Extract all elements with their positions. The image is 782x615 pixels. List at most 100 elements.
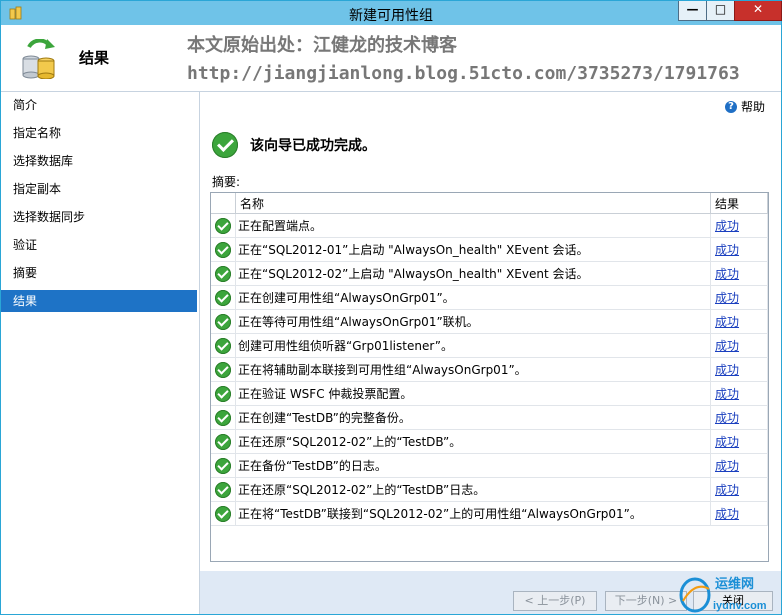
- table-row[interactable]: 正在验证 WSFC 仲裁投票配置。 成功: [211, 381, 768, 406]
- row-result-cell: 成功: [710, 501, 768, 526]
- table-row[interactable]: 正在备份“TestDB”的日志。 成功: [211, 453, 768, 478]
- help-link[interactable]: ? 帮助: [724, 98, 765, 115]
- title-bar[interactable]: 新建可用性组 — □ ✕: [1, 1, 782, 25]
- success-check-icon: [215, 241, 231, 258]
- table-row[interactable]: 正在将“TestDB”联接到“SQL2012-02”上的可用性组“AlwaysO…: [211, 501, 768, 526]
- table-row[interactable]: 正在创建可用性组“AlwaysOnGrp01”。 成功: [211, 285, 768, 310]
- database-sync-icon: [22, 39, 55, 79]
- logo-subtext: iyunv.com: [713, 600, 767, 612]
- result-link[interactable]: 成功: [715, 435, 739, 449]
- row-status-cell: [211, 477, 236, 502]
- row-name: 正在备份“TestDB”的日志。: [235, 453, 711, 478]
- row-name: 正在创建“TestDB”的完整备份。: [235, 405, 711, 430]
- watermark-url: http://jiangjianlong.blog.51cto.com/3735…: [187, 63, 740, 84]
- row-name: 正在将“TestDB”联接到“SQL2012-02”上的可用性组“AlwaysO…: [235, 501, 711, 526]
- row-result-cell: 成功: [710, 405, 768, 430]
- table-row[interactable]: 正在创建“TestDB”的完整备份。 成功: [211, 405, 768, 430]
- site-logo-watermark: 运维网 iyunv.com: [679, 576, 767, 613]
- row-status-cell: [211, 309, 236, 334]
- row-name: 正在还原“SQL2012-02”上的“TestDB”日志。: [235, 477, 711, 502]
- row-result-cell: 成功: [710, 357, 768, 382]
- sidebar-item-validation[interactable]: 验证: [1, 234, 197, 256]
- table-row[interactable]: 正在还原“SQL2012-02”上的“TestDB”。 成功: [211, 429, 768, 454]
- success-check-icon: [215, 337, 231, 354]
- header-name[interactable]: 名称: [235, 193, 711, 214]
- table-row[interactable]: 正在配置端点。 成功: [211, 213, 768, 238]
- success-check-icon: [215, 457, 231, 474]
- row-result-cell: 成功: [710, 261, 768, 286]
- header-result[interactable]: 结果: [710, 193, 768, 214]
- sidebar-item-intro[interactable]: 简介: [1, 94, 197, 116]
- result-link[interactable]: 成功: [715, 507, 739, 521]
- table-row[interactable]: 正在等待可用性组“AlwaysOnGrp01”联机。 成功: [211, 309, 768, 334]
- row-name: 正在“SQL2012-02”上启动 "AlwaysOn_health" XEve…: [235, 261, 711, 286]
- row-name: 正在创建可用性组“AlwaysOnGrp01”。: [235, 285, 711, 310]
- row-status-cell: [211, 285, 236, 310]
- row-status-cell: [211, 405, 236, 430]
- row-status-cell: [211, 453, 236, 478]
- sidebar-item-data-sync[interactable]: 选择数据同步: [1, 206, 197, 228]
- row-name: 正在等待可用性组“AlwaysOnGrp01”联机。: [235, 309, 711, 334]
- table-header-row: 名称 结果: [211, 193, 768, 214]
- row-status-cell: [211, 357, 236, 382]
- row-status-cell: [211, 501, 236, 526]
- table-row[interactable]: 正在“SQL2012-01”上启动 "AlwaysOn_health" XEve…: [211, 237, 768, 262]
- success-check-icon: [215, 433, 231, 450]
- success-check-icon: [215, 409, 231, 426]
- sidebar-item-results[interactable]: 结果: [1, 290, 197, 312]
- success-check-icon: [215, 361, 231, 378]
- row-result-cell: 成功: [710, 237, 768, 262]
- success-check-icon: [215, 217, 231, 234]
- result-link[interactable]: 成功: [715, 483, 739, 497]
- result-link[interactable]: 成功: [715, 291, 739, 305]
- row-result-cell: 成功: [710, 309, 768, 334]
- next-button[interactable]: 下一步(N) >: [605, 591, 687, 611]
- row-name: 正在验证 WSFC 仲裁投票配置。: [235, 381, 711, 406]
- result-link[interactable]: 成功: [715, 411, 739, 425]
- maximize-button[interactable]: □: [706, 1, 735, 21]
- table-row[interactable]: 正在还原“SQL2012-02”上的“TestDB”日志。 成功: [211, 477, 768, 502]
- table-row[interactable]: 正在“SQL2012-02”上启动 "AlwaysOn_health" XEve…: [211, 261, 768, 286]
- sidebar-item-specify-name[interactable]: 指定名称: [1, 122, 197, 144]
- row-status-cell: [211, 261, 236, 286]
- row-result-cell: 成功: [710, 477, 768, 502]
- result-link[interactable]: 成功: [715, 387, 739, 401]
- row-result-cell: 成功: [710, 381, 768, 406]
- result-link[interactable]: 成功: [715, 315, 739, 329]
- logo-text: 运维网: [715, 576, 754, 591]
- success-check-icon: [215, 505, 231, 522]
- success-check-icon: [215, 385, 231, 402]
- sidebar-item-summary[interactable]: 摘要: [1, 262, 197, 284]
- help-label: 帮助: [740, 100, 765, 114]
- watermark-text: 本文原始出处：江健龙的技术博客: [187, 35, 457, 56]
- row-name: 正在“SQL2012-01”上启动 "AlwaysOn_health" XEve…: [235, 237, 711, 262]
- result-link[interactable]: 成功: [715, 363, 739, 377]
- window-title: 新建可用性组: [349, 8, 433, 24]
- header-icon-column: [211, 193, 236, 214]
- success-check-icon: [215, 481, 231, 498]
- result-link[interactable]: 成功: [715, 339, 739, 353]
- table-row[interactable]: 创建可用性组侦听器“Grp01listener”。 成功: [211, 333, 768, 358]
- wizard-steps-sidebar: 简介 指定名称 选择数据库 指定副本 选择数据同步 验证 摘要 结果: [1, 92, 200, 614]
- sidebar-item-select-databases[interactable]: 选择数据库: [1, 150, 197, 172]
- table-row[interactable]: 正在将辅助副本联接到可用性组“AlwaysOnGrp01”。 成功: [211, 357, 768, 382]
- results-table[interactable]: 名称 结果 正在配置端点。 成功 正在“SQL2012-01”上启动 "Always…: [210, 192, 769, 562]
- row-name: 正在将辅助副本联接到可用性组“AlwaysOnGrp01”。: [235, 357, 711, 382]
- row-status-cell: [211, 429, 236, 454]
- summary-label: 摘要:: [212, 175, 241, 189]
- wizard-window: 新建可用性组 — □ ✕ 结果 本文原始出处：江健龙的技术博客 http://j…: [0, 0, 782, 615]
- success-check-icon: [212, 132, 238, 158]
- row-name: 正在配置端点。: [235, 213, 711, 238]
- result-link[interactable]: 成功: [715, 459, 739, 473]
- close-window-button[interactable]: ✕: [734, 1, 782, 21]
- result-link[interactable]: 成功: [715, 243, 739, 257]
- row-status-cell: [211, 237, 236, 262]
- previous-button[interactable]: < 上一步(P): [513, 591, 597, 611]
- result-link[interactable]: 成功: [715, 219, 739, 233]
- row-status-cell: [211, 381, 236, 406]
- sidebar-item-specify-replicas[interactable]: 指定副本: [1, 178, 197, 200]
- result-link[interactable]: 成功: [715, 267, 739, 281]
- success-check-icon: [215, 265, 231, 282]
- help-icon: ?: [724, 100, 737, 113]
- minimize-button[interactable]: —: [678, 1, 707, 21]
